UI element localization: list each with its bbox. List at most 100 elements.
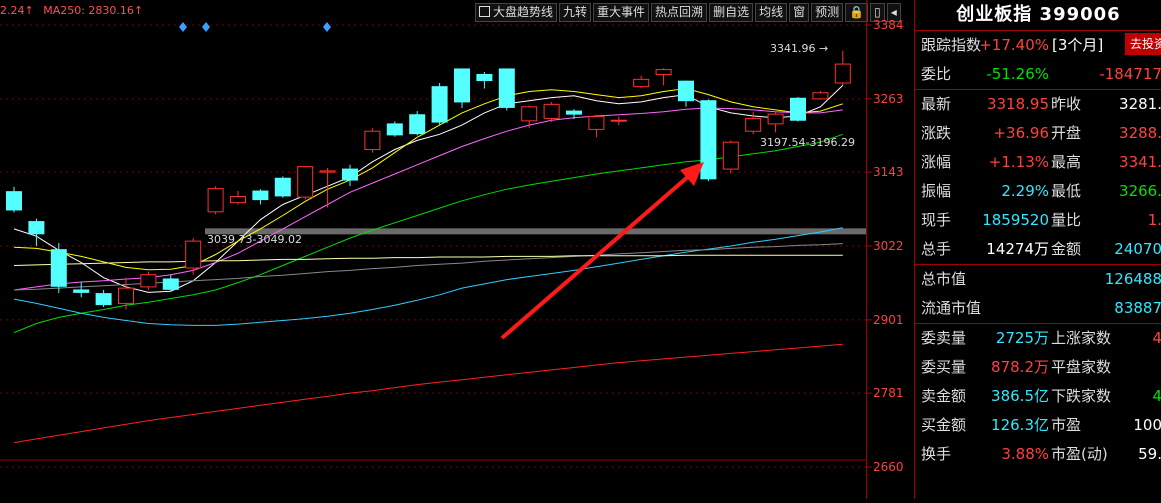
quote-label: 总手 xyxy=(921,240,952,258)
candle xyxy=(95,289,112,308)
candle-body-up xyxy=(297,166,314,198)
candle-body-up xyxy=(633,78,650,88)
candle xyxy=(767,111,784,133)
toolbar-remove-watchlist[interactable]: 删自选 xyxy=(709,3,754,22)
quote-panel: 创业板指 399006 跟踪指数+17.40%[3个月] 去投资委比 -51.26%… xyxy=(914,0,1161,499)
candle-body-up xyxy=(364,130,381,151)
quote-label-2: 上涨家数 xyxy=(1051,329,1112,347)
quote-value-2: 4 xyxy=(1152,382,1161,411)
quote-label: 振幅 xyxy=(921,182,952,200)
candle-body-down xyxy=(73,289,90,293)
quote-row: 涨幅 +1.13% 最高 3341. xyxy=(915,148,1161,177)
quote-value-2: 59. xyxy=(1138,445,1161,463)
kline-svg: 3341.96 → 3039.73-3049.02 3197.54-3196.29 xyxy=(0,22,866,468)
quote-label-2: 金额 xyxy=(1051,240,1082,258)
quote-label: 涨幅 xyxy=(921,153,952,171)
quote-value: +17.40% xyxy=(979,36,1049,54)
candle xyxy=(521,105,538,129)
candle xyxy=(28,218,45,246)
quote-value: 3318.95 xyxy=(986,95,1049,113)
ma-line-6 xyxy=(13,254,843,266)
quote-value-2: 100 xyxy=(1133,416,1161,434)
quote-value-2: 3266. xyxy=(1119,182,1161,200)
price-axis-svg: 3384 3263 3143 3022 2901 2781 2660 xyxy=(867,18,904,474)
quote-row: 总市值 126488 xyxy=(915,265,1161,294)
toolbar-ma[interactable]: 均线 xyxy=(755,3,788,22)
candle-body-down xyxy=(95,293,112,306)
toolbar-trend-line[interactable]: 大盘趋势线 xyxy=(475,3,558,22)
quote-label-2: 开盘 xyxy=(1051,124,1082,142)
candle-body-up xyxy=(745,117,762,132)
candle-body-up xyxy=(588,116,605,130)
candle-body-down xyxy=(476,73,493,82)
toolbar-major-events[interactable]: 重大事件 xyxy=(593,3,650,22)
candle xyxy=(834,50,851,86)
kline-chart[interactable]: 3341.96 → 3039.73-3049.02 3197.54-3196.29 … xyxy=(0,0,901,499)
candle xyxy=(386,121,403,137)
ma-legend-left: 2.24↑ xyxy=(0,4,34,17)
candle xyxy=(588,114,605,138)
quote-row: 流通市值 83887 xyxy=(915,294,1161,324)
candle xyxy=(342,164,358,187)
candle xyxy=(230,191,246,205)
quote-label: 现手 xyxy=(921,211,952,229)
quote-row: 委买量 878.2万 平盘家数 xyxy=(915,353,1161,382)
axis-tick-label: 3384 xyxy=(873,18,904,32)
axis-tick-label: 3143 xyxy=(873,165,904,179)
range-label-2: 3197.54-3196.29 xyxy=(760,136,855,149)
candle-body-down xyxy=(28,221,45,235)
quote-value-2: 126488 xyxy=(1104,270,1161,288)
quote-row: 跟踪指数+17.40%[3个月] 去投资 xyxy=(915,31,1161,60)
quote-label-2: 最高 xyxy=(1051,153,1082,171)
candle-body-up xyxy=(185,240,202,269)
period-selector[interactable]: [3个月] xyxy=(1052,31,1103,60)
quote-value: 386.5亿 xyxy=(991,387,1049,405)
candle-body-up xyxy=(543,103,560,119)
candle xyxy=(431,82,448,125)
candle xyxy=(655,68,672,86)
candle-body-up xyxy=(812,92,829,100)
quote-label-2: 量比 xyxy=(1051,211,1082,229)
quote-value: 3.88% xyxy=(1001,445,1049,463)
candle xyxy=(610,116,627,126)
quote-value-2: 3281. xyxy=(1119,95,1161,113)
toolbar-window[interactable]: 窗 xyxy=(789,3,810,22)
candle xyxy=(364,128,381,153)
candle-body-up xyxy=(722,141,739,170)
candle-body-up xyxy=(140,274,157,288)
quote-label-2: 市盈 xyxy=(1051,416,1082,434)
candle-body-down xyxy=(162,278,179,290)
candle xyxy=(162,274,179,292)
quote-value: -51.26% xyxy=(986,65,1049,83)
toolbar-hot-review[interactable]: 热点回溯 xyxy=(651,3,708,22)
quote-row: 换手 3.88% 市盈(动) 59. xyxy=(915,440,1161,469)
quote-value-2: 3288. xyxy=(1119,124,1161,142)
index-title: 创业板指 399006 xyxy=(915,0,1161,31)
axis-tick-label: 2781 xyxy=(873,386,904,400)
candle xyxy=(700,99,717,182)
ma250-legend: MA250: 2830.16↑ xyxy=(43,4,144,17)
chart-toolbar: 大盘趋势线 九转 重大事件 热点回溯 删自选 均线 窗 预测 🔒 ▯ ◂ xyxy=(475,3,901,22)
quote-label: 换手 xyxy=(921,445,952,463)
candle-body-up xyxy=(230,196,246,204)
quote-value: 1859520 xyxy=(982,211,1049,229)
toolbar-nine-turn[interactable]: 九转 xyxy=(559,3,592,22)
toolbar-forecast[interactable]: 预测 xyxy=(811,3,844,22)
candle-body-down xyxy=(454,68,470,103)
ma-line-0 xyxy=(13,85,844,293)
quote-value-2: -184717 xyxy=(1099,65,1161,83)
candle xyxy=(633,75,650,89)
ma-line-4 xyxy=(13,227,843,326)
quote-label: 委比 xyxy=(921,65,952,83)
invest-button[interactable]: 去投资 xyxy=(1125,33,1161,55)
candle-body-down xyxy=(386,123,403,136)
range-label-1: 3039.73-3049.02 xyxy=(207,233,302,246)
candle-body-up xyxy=(655,69,672,75)
candle xyxy=(50,242,67,294)
quote-label: 跟踪指数 xyxy=(921,36,982,54)
quote-row: 委比 -51.26% -184717 xyxy=(915,60,1161,90)
lock-icon[interactable]: 🔒 xyxy=(845,3,869,22)
candle-body-down xyxy=(6,191,22,211)
quote-label: 买金额 xyxy=(921,416,967,434)
candle-body-up xyxy=(118,287,134,304)
